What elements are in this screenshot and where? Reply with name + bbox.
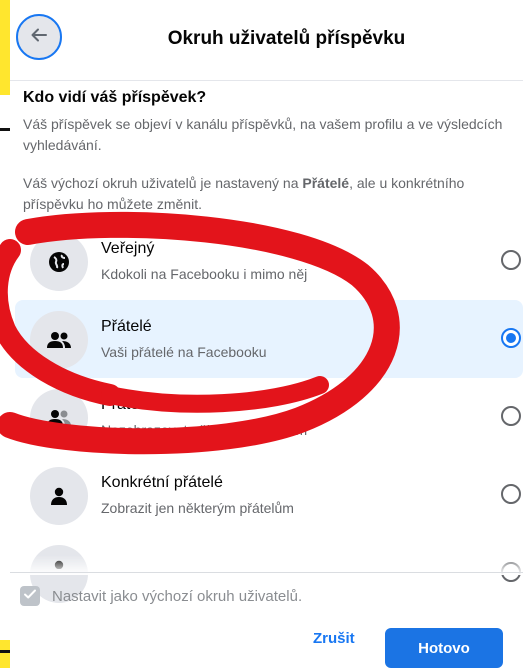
globe-icon [30, 233, 88, 291]
background-yellow-left [0, 0, 10, 95]
default-audience-toggle[interactable]: Nastavit jako výchozí okruh uživatelů. [20, 583, 302, 609]
option-description: Zobrazit jen některým přátelům [101, 500, 294, 516]
cancel-button[interactable]: Zrušit [313, 630, 355, 647]
arrow-left-icon [30, 26, 48, 49]
audience-dialog: Okruh uživatelů příspěvku Kdo vidí váš p… [10, 0, 523, 668]
option-label: Přátelé [101, 318, 152, 335]
option-label: Přátelé kromě... [101, 396, 214, 413]
dialog-title: Okruh uživatelů příspěvku [167, 28, 406, 49]
default-checkbox[interactable] [20, 586, 40, 606]
friends-except-icon [30, 389, 88, 447]
radio-button[interactable] [501, 406, 521, 426]
done-button[interactable]: Hotovo [385, 628, 503, 668]
background-line-bottom [0, 650, 10, 653]
default-audience-note: Váš výchozí okruh uživatelů je nastavený… [23, 173, 513, 215]
radio-button-selected[interactable] [501, 328, 521, 348]
option-description: Kdokoli na Facebooku i mimo něj [101, 266, 308, 282]
option-label: Konkrétní přátelé [101, 474, 223, 491]
option-friends-except[interactable]: Přátelé kromě... Nezobrazovat některým p… [15, 378, 523, 456]
radio-button[interactable] [501, 250, 521, 270]
default-note-text: Váš výchozí okruh uživatelů je nastavený… [23, 175, 303, 191]
option-specific-friends[interactable]: Konkrétní přátelé Zobrazit jen některým … [15, 456, 523, 534]
background-yellow-bottom [0, 640, 10, 668]
option-description: Vaši přátelé na Facebooku [101, 344, 267, 360]
background-line-left [0, 128, 10, 131]
person-icon [30, 467, 88, 525]
option-friends[interactable]: Přátelé Vaši přátelé na Facebooku [15, 300, 523, 378]
option-label: Veřejný [101, 240, 155, 257]
dialog-header: Okruh uživatelů příspěvku [10, 0, 523, 81]
friends-icon [30, 311, 88, 369]
intro-description: Váš příspěvek se objeví v kanálu příspěv… [23, 116, 503, 153]
footer-divider [10, 572, 523, 573]
default-checkbox-label: Nastavit jako výchozí okruh uživatelů. [52, 587, 303, 605]
intro-heading: Kdo vidí váš příspěvek? [23, 89, 207, 106]
back-button[interactable] [16, 14, 62, 60]
option-description: Nezobrazovat některým přátelům [101, 422, 308, 438]
radio-button[interactable] [501, 484, 521, 504]
checkmark-icon [23, 587, 37, 606]
default-note-strong: Přátelé [302, 175, 350, 191]
option-public[interactable]: Veřejný Kdokoli na Facebooku i mimo něj [15, 222, 523, 300]
